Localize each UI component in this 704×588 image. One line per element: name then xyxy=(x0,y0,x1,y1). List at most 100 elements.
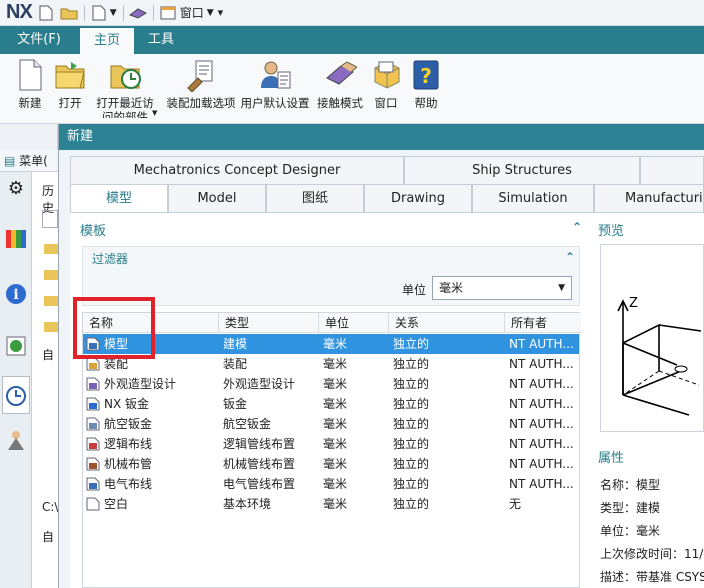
menu-label: 菜单( xyxy=(19,154,48,168)
new-file-icon[interactable] xyxy=(37,4,55,22)
tab-drawing-cn[interactable]: 图纸 xyxy=(266,184,364,212)
ribbon: 新建 打开 打开最近访 问的部件 ▼ 装配加载选项 用户默认设置 接触模式 窗口… xyxy=(0,54,704,124)
property-modified: 上次修改时间：11/ xyxy=(600,547,704,561)
tab-simulation[interactable]: Simulation xyxy=(472,184,594,212)
new-button[interactable]: 新建 xyxy=(12,58,48,110)
assembly-load-options-button[interactable]: 装配加载选项 xyxy=(166,58,236,110)
datum-csys-preview: Z xyxy=(617,296,702,416)
tab-ship-structures[interactable]: Ship Structures xyxy=(404,156,640,184)
tab-tools[interactable]: 工具 xyxy=(134,26,188,54)
open-button[interactable]: 打开 xyxy=(52,58,88,110)
info-icon[interactable]: i xyxy=(4,282,28,306)
tab-model-en[interactable]: Model xyxy=(168,184,266,212)
property-unit: 单位：毫米 xyxy=(600,524,661,538)
customize-icon[interactable]: ▾ xyxy=(218,6,224,19)
folder-icon[interactable] xyxy=(44,270,58,280)
window-icon[interactable] xyxy=(159,4,177,22)
window-menu[interactable]: 窗口 xyxy=(180,4,204,21)
unit-select[interactable]: 毫米 ▼ xyxy=(432,276,572,300)
cell-unit: 毫米 xyxy=(323,377,348,391)
cell-name: 电气布线 xyxy=(104,477,153,491)
column-header-unit[interactable]: 单位 xyxy=(319,313,389,333)
history-search[interactable] xyxy=(42,210,58,228)
history-item[interactable]: 自 xyxy=(42,528,54,545)
chevron-down-icon[interactable]: ▼ xyxy=(558,277,565,299)
menu-row[interactable]: ▤ 菜单( xyxy=(0,150,58,172)
quick-access-toolbar: NX ▼ 窗口 ▼ ▾ xyxy=(0,0,704,26)
part-navigator-icon[interactable] xyxy=(4,226,28,250)
table-row[interactable]: 外观造型设计 外观造型设计 毫米 独立的 NT AUTH... xyxy=(83,374,579,394)
user-settings-icon xyxy=(258,58,292,92)
cell-relation: 独立的 xyxy=(393,497,430,511)
column-header-type[interactable]: 类型 xyxy=(219,313,319,333)
web-browser-icon[interactable] xyxy=(4,334,28,358)
touch-mode-icon[interactable] xyxy=(128,4,147,22)
history-item[interactable]: 自 xyxy=(42,346,54,363)
clock-icon[interactable] xyxy=(4,384,28,408)
chevron-down-icon[interactable]: ▼ xyxy=(207,8,214,18)
collapse-filter-icon[interactable]: ⌃ xyxy=(565,250,575,264)
table-row[interactable]: 模型 建模 毫米 独立的 NT AUTH... xyxy=(83,334,579,354)
tab-mechatronics[interactable]: Mechatronics Concept Designer xyxy=(70,156,404,184)
svg-text:?: ? xyxy=(420,64,432,88)
folder-icon[interactable] xyxy=(44,296,58,306)
roles-icon[interactable] xyxy=(4,428,28,452)
table-row[interactable]: 机械布管 机械管线布置 毫米 独立的 NT AUTH... xyxy=(83,454,579,474)
open-folder-icon[interactable] xyxy=(60,4,78,22)
open-folder-icon xyxy=(53,58,87,92)
tab-file[interactable]: 文件(F) xyxy=(0,26,78,54)
open-recent-button[interactable]: 打开最近访 问的部件 xyxy=(92,58,158,118)
folder-icon[interactable] xyxy=(44,244,58,254)
table-row[interactable]: NX 钣金 钣金 毫米 独立的 NT AUTH... xyxy=(83,394,579,414)
cell-owner: NT AUTH... xyxy=(509,397,574,411)
cell-type: 机械管线布置 xyxy=(223,457,296,471)
cell-relation: 独立的 xyxy=(393,357,430,371)
tab-home[interactable]: 主页 xyxy=(80,28,135,54)
tab-model-cn[interactable]: 模型 xyxy=(70,184,168,212)
touch-hand-icon xyxy=(323,58,358,92)
filter-title: 过滤器 xyxy=(92,252,129,266)
column-header-owner[interactable]: 所有者 xyxy=(505,313,581,333)
cell-type: 外观造型设计 xyxy=(223,377,296,391)
touch-mode-button[interactable]: 接触模式 xyxy=(314,58,366,110)
cell-relation: 独立的 xyxy=(393,457,430,471)
cell-type: 建模 xyxy=(223,337,248,351)
chevron-down-icon[interactable]: ▼ xyxy=(110,8,117,18)
cell-relation: 独立的 xyxy=(393,417,430,431)
cell-name: 外观造型设计 xyxy=(104,377,177,391)
column-header-relation[interactable]: 关系 xyxy=(389,313,505,333)
table-row[interactable]: 电气布线 电气管线布置 毫米 独立的 NT AUTH... xyxy=(83,474,579,494)
collapse-templates-icon[interactable]: ⌃ xyxy=(572,220,582,234)
cell-owner: NT AUTH... xyxy=(509,417,574,431)
table-row[interactable]: 航空钣金 航空钣金 毫米 独立的 NT AUTH... xyxy=(83,414,579,434)
table-row[interactable]: 空白 基本环境 毫米 独立的 无 xyxy=(83,494,579,514)
folder-icon[interactable] xyxy=(44,322,58,332)
nx-logo: NX xyxy=(6,1,33,23)
cell-relation: 独立的 xyxy=(393,477,430,491)
tab-drawing-en[interactable]: Drawing xyxy=(364,184,472,212)
window-button[interactable]: 窗口 xyxy=(366,58,406,110)
tab-more[interactable] xyxy=(640,156,704,184)
help-button[interactable]: ? 帮助 xyxy=(408,58,444,110)
table-row[interactable]: 装配 装配 毫米 独立的 NT AUTH... xyxy=(83,354,579,374)
assembly-options-icon xyxy=(184,58,218,93)
cell-name: NX 钣金 xyxy=(104,397,150,411)
cell-unit: 毫米 xyxy=(323,497,348,511)
preview-image: Z xyxy=(600,244,704,432)
new-dropdown-icon[interactable] xyxy=(90,4,108,22)
new-file-icon xyxy=(13,58,47,92)
tab-manufacturing[interactable]: Manufacturing xyxy=(594,184,704,212)
property-type: 类型：建模 xyxy=(600,501,661,515)
toolbar-separator xyxy=(83,4,85,21)
property-name: 名称：模型 xyxy=(600,478,661,492)
cell-relation: 独立的 xyxy=(393,397,430,411)
cell-owner: 无 xyxy=(509,497,522,511)
preview-title: 预览 xyxy=(598,224,625,239)
chevron-down-icon[interactable]: ▼ xyxy=(152,109,157,117)
recent-parts-icon xyxy=(108,58,142,92)
cell-name: 逻辑布线 xyxy=(104,437,153,451)
gear-icon[interactable]: ⚙ xyxy=(4,178,28,202)
cell-relation: 独立的 xyxy=(393,377,430,391)
user-defaults-button[interactable]: 用户默认设置 xyxy=(240,58,310,110)
table-row[interactable]: 逻辑布线 逻辑管线布置 毫米 独立的 NT AUTH... xyxy=(83,434,579,454)
